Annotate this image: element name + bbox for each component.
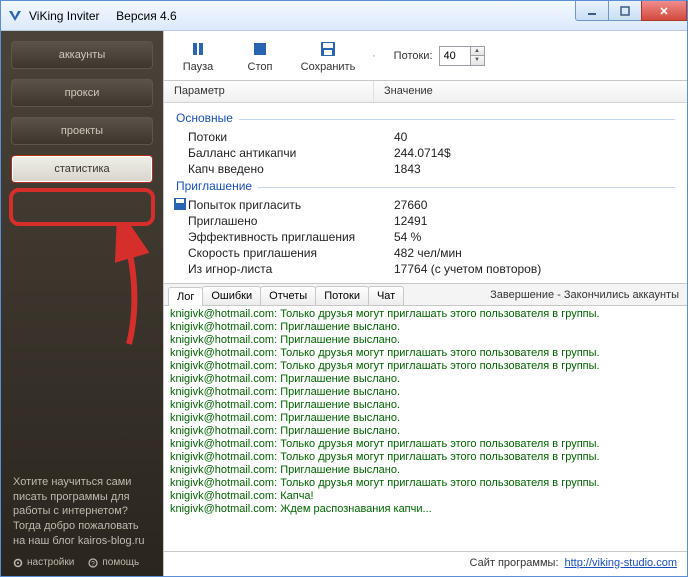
stop-icon xyxy=(252,38,268,60)
log-line: knigivk@hotmail.com: Приглашение выслано… xyxy=(170,425,681,438)
stat-row: Попыток пригласить27660 xyxy=(176,197,675,213)
maximize-button[interactable] xyxy=(608,1,642,21)
stat-row: Балланс антикапчи244.0714$ xyxy=(176,145,675,161)
col-param: Параметр xyxy=(164,81,374,102)
sidebar: аккаунты прокси проекты статистика Хотит… xyxy=(1,31,163,576)
promo-text: Хотите научиться сами писать программы д… xyxy=(11,471,153,557)
tab-log[interactable]: Лог xyxy=(168,287,203,306)
stat-row: Приглашено12491 xyxy=(176,213,675,229)
stat-row: Потоки40 xyxy=(176,129,675,145)
log-line: knigivk@hotmail.com: Приглашение выслано… xyxy=(170,412,681,425)
log-line: knigivk@hotmail.com: Только друзья могут… xyxy=(170,438,681,451)
close-button[interactable] xyxy=(641,1,687,21)
stats-columns: Параметр Значение xyxy=(164,81,687,103)
log-line: knigivk@hotmail.com: Только друзья могут… xyxy=(170,451,681,464)
annotation-arrow-icon xyxy=(109,224,149,354)
group-main-header: Основные xyxy=(176,111,675,125)
statusbar: Сайт программы: http://viking-studio.com xyxy=(164,551,687,573)
completion-status: Завершение - Закончились аккаунты xyxy=(482,289,687,301)
pause-button[interactable]: Пауза xyxy=(174,38,222,73)
help-link[interactable]: ? помощь xyxy=(88,557,139,568)
save-button[interactable]: Сохранить xyxy=(298,38,358,73)
log-line: knigivk@hotmail.com: Капча! xyxy=(170,490,681,503)
spinner-up[interactable]: ▲ xyxy=(470,47,484,56)
settings-link[interactable]: настройки xyxy=(13,557,74,568)
minimize-button[interactable] xyxy=(575,1,609,21)
sidebar-item-accounts[interactable]: аккаунты xyxy=(11,41,153,69)
site-link[interactable]: http://viking-studio.com xyxy=(565,557,678,569)
log-tabs: Лог Ошибки Отчеты Потоки Чат Завершение … xyxy=(164,284,687,306)
log-area: Лог Ошибки Отчеты Потоки Чат Завершение … xyxy=(164,283,687,551)
group-invite-header: Приглашение xyxy=(176,179,675,193)
stats-body: Основные Потоки40 Балланс антикапчи244.0… xyxy=(164,103,687,283)
stat-row: Эффективность приглашения54 % xyxy=(176,229,675,245)
app-window: ViKing Inviter Версия 4.6 аккаунты прокс… xyxy=(0,0,688,577)
threads-input[interactable] xyxy=(440,50,470,62)
toolbar: Пауза Стоп Сохранить · Потоки: ▲▼ xyxy=(164,31,687,81)
log-line: knigivk@hotmail.com: Ждем распознавания … xyxy=(170,503,681,516)
main-panel: Пауза Стоп Сохранить · Потоки: ▲▼ xyxy=(163,31,687,576)
log-line: knigivk@hotmail.com: Приглашение выслано… xyxy=(170,373,681,386)
save-icon xyxy=(320,38,336,60)
log-line: knigivk@hotmail.com: Приглашение выслано… xyxy=(170,399,681,412)
log-line: knigivk@hotmail.com: Приглашение выслано… xyxy=(170,386,681,399)
tab-threads[interactable]: Потоки xyxy=(315,286,369,305)
log-line: knigivk@hotmail.com: Приглашение выслано… xyxy=(170,464,681,477)
log-line: knigivk@hotmail.com: Только друзья могут… xyxy=(170,360,681,373)
gear-icon xyxy=(13,558,23,568)
col-value: Значение xyxy=(374,81,687,102)
app-title: ViKing Inviter Версия 4.6 xyxy=(29,9,177,23)
sidebar-item-statistics[interactable]: статистика xyxy=(11,155,153,183)
threads-spinner[interactable]: ▲▼ xyxy=(439,46,485,66)
log-line: knigivk@hotmail.com: Только друзья могут… xyxy=(170,347,681,360)
stat-row: Из игнор-листа17764 (с учетом повторов) xyxy=(176,261,675,277)
stat-row: Скорость приглашения482 чел/мин xyxy=(176,245,675,261)
tab-errors[interactable]: Ошибки xyxy=(202,286,261,305)
titlebar[interactable]: ViKing Inviter Версия 4.6 xyxy=(1,1,687,31)
pause-icon xyxy=(190,38,206,60)
spinner-down[interactable]: ▼ xyxy=(470,56,484,65)
tab-chat[interactable]: Чат xyxy=(368,286,404,305)
save-small-icon xyxy=(174,198,188,212)
help-icon: ? xyxy=(88,558,98,568)
log-line: knigivk@hotmail.com: Только друзья могут… xyxy=(170,308,681,321)
sidebar-item-proxy[interactable]: прокси xyxy=(11,79,153,107)
log-line: knigivk@hotmail.com: Приглашение выслано… xyxy=(170,334,681,347)
app-icon xyxy=(7,8,23,24)
threads-label: Потоки: xyxy=(394,50,433,62)
log-line: knigivk@hotmail.com: Приглашение выслано… xyxy=(170,321,681,334)
svg-text:?: ? xyxy=(91,561,95,568)
stat-row: Капч введено1843 xyxy=(176,161,675,177)
status-label: Сайт программы: xyxy=(470,557,559,569)
annotation-highlight xyxy=(9,188,155,226)
sidebar-item-projects[interactable]: проекты xyxy=(11,117,153,145)
tab-reports[interactable]: Отчеты xyxy=(260,286,316,305)
log-body[interactable]: knigivk@hotmail.com: Только друзья могут… xyxy=(164,306,687,551)
stop-button[interactable]: Стоп xyxy=(236,38,284,73)
log-line: knigivk@hotmail.com: Только друзья могут… xyxy=(170,477,681,490)
